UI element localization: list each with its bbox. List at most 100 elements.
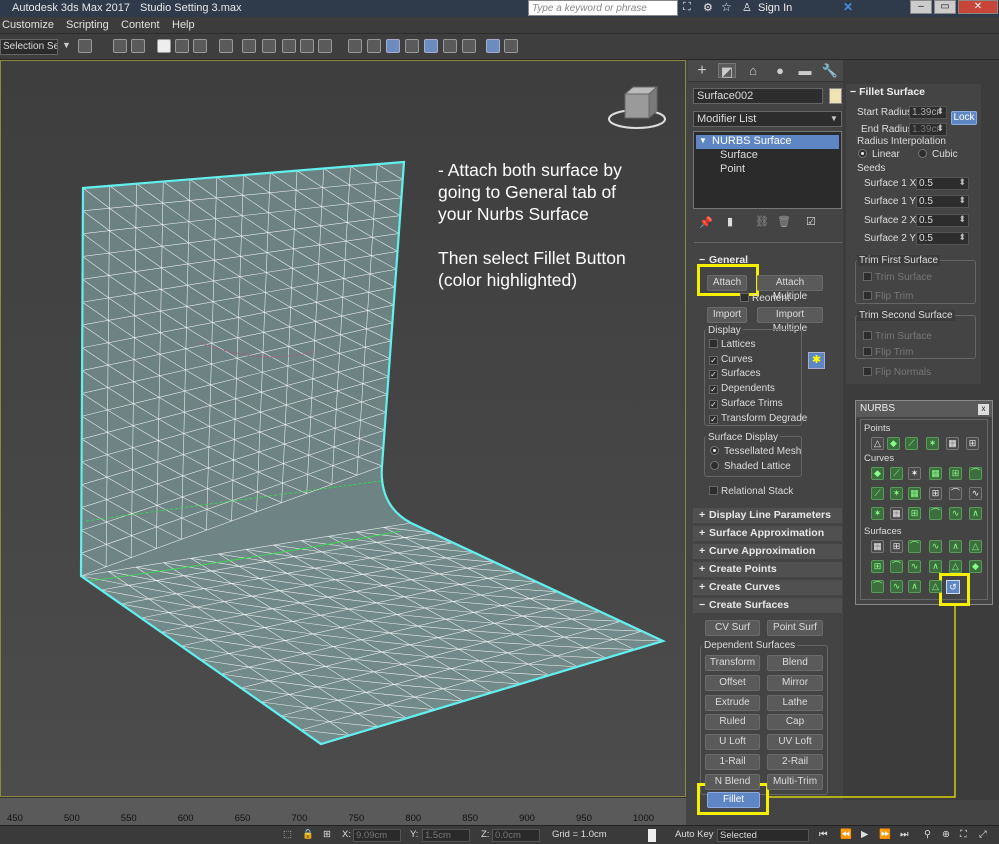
- vertex-snap-icon[interactable]: [443, 39, 457, 53]
- selection-set-dropdown[interactable]: Selection Se: [0, 39, 58, 55]
- nurbs-tool-icon[interactable]: △: [969, 540, 982, 553]
- nurbs-tool-icon[interactable]: ∿: [929, 540, 942, 553]
- nurbs-tool-icon[interactable]: ✶: [926, 437, 939, 450]
- blend-button[interactable]: Blend: [767, 655, 823, 671]
- next-frame-icon[interactable]: ⏩: [879, 829, 891, 840]
- go-to-end-icon[interactable]: ⏭: [900, 829, 909, 840]
- nurbs-tool-icon[interactable]: ∧: [949, 540, 962, 553]
- nurbs-tool-icon[interactable]: ∧: [969, 507, 982, 520]
- nurbs-tool-icon[interactable]: ▦: [908, 487, 921, 500]
- lathe-button[interactable]: Lathe: [767, 694, 823, 711]
- seed-spinner[interactable]: 0.5: [916, 231, 969, 245]
- offset-button[interactable]: Offset: [705, 674, 760, 691]
- material-editor-icon[interactable]: [242, 39, 256, 53]
- nurbs-tool-icon[interactable]: ∿: [949, 507, 962, 520]
- nurbs-tool-icon[interactable]: △: [949, 560, 962, 573]
- menu-content[interactable]: Content: [121, 19, 160, 31]
- nurbs-tool-icon[interactable]: ∧: [929, 560, 942, 573]
- zoom-all-icon[interactable]: ⊕: [942, 829, 950, 840]
- display-checkbox-transform-degrade[interactable]: ✓ Transform Degrade: [709, 413, 807, 424]
- z-coordinate-field[interactable]: 0.0cm: [492, 829, 540, 842]
- multi-trim-button[interactable]: Multi-Trim: [767, 773, 823, 790]
- nurbs-tool-icon[interactable]: ⟋: [905, 437, 918, 450]
- nurbs-tool-icon[interactable]: ⊞: [908, 507, 921, 520]
- nurbs-tool-icon[interactable]: ∿: [890, 580, 903, 593]
- seed-spinner[interactable]: 0.5: [916, 213, 969, 227]
- 2-rail-button[interactable]: 2-Rail: [767, 754, 823, 770]
- nurbs-tool-icon[interactable]: △: [871, 437, 884, 450]
- pin-stack-icon[interactable]: 📌: [699, 216, 713, 229]
- nurbs-tool-icon[interactable]: ✶: [908, 467, 921, 480]
- nurbs-tool-icon[interactable]: ⌒: [890, 560, 903, 573]
- maximize-viewport-icon[interactable]: ⤢: [979, 829, 987, 840]
- display-checkbox-surface-trims[interactable]: ✓ Surface Trims: [709, 398, 783, 409]
- cv-surf-button[interactable]: CV Surf: [705, 620, 760, 636]
- transform-button[interactable]: Transform: [705, 655, 760, 671]
- exchange-icon[interactable]: ✕: [843, 0, 853, 14]
- cap-button[interactable]: Cap: [767, 714, 823, 731]
- nurbs-tool-icon[interactable]: ▦: [929, 467, 942, 480]
- go-to-start-icon[interactable]: ⏮: [819, 829, 828, 840]
- linear-radio[interactable]: Linear: [858, 149, 900, 160]
- nurbs-tool-icon[interactable]: ✶: [890, 487, 903, 500]
- nurbs-tool-icon[interactable]: ⟋: [890, 467, 903, 480]
- expand-icon[interactable]: ▼: [699, 136, 707, 145]
- star-icon[interactable]: ☆: [721, 0, 732, 14]
- display-checkbox-lattices[interactable]: Lattices: [709, 339, 755, 350]
- time-ruler[interactable]: 450 500 550 600 650 700 750 800 850 900 950 1000: [0, 797, 686, 825]
- lock-icon[interactable]: 🔒: [302, 829, 314, 840]
- modify-tab-icon[interactable]: ◩: [718, 63, 736, 79]
- rollout-create-curves[interactable]: + Create Curves: [693, 580, 842, 595]
- previous-frame-icon[interactable]: ⏪: [840, 829, 852, 840]
- nurbs-tool-icon[interactable]: ⊞: [871, 560, 884, 573]
- percent-snap-icon[interactable]: [386, 39, 400, 53]
- lock-button[interactable]: Lock: [951, 111, 977, 125]
- tessellated-mesh-radio[interactable]: Tessellated Mesh: [710, 446, 801, 457]
- x-coordinate-field[interactable]: 9.09cm: [353, 829, 401, 842]
- 1-rail-button[interactable]: 1-Rail: [705, 754, 760, 770]
- nurbs-creation-toolbox-icon[interactable]: ✱: [808, 352, 825, 369]
- xview-toggle-icon[interactable]: [504, 39, 518, 53]
- nurbs-tool-icon[interactable]: ⌒: [969, 467, 982, 480]
- import-button[interactable]: Import: [707, 307, 747, 323]
- modifier-list-dropdown[interactable]: Modifier List: [693, 111, 842, 127]
- render-icon[interactable]: [300, 39, 314, 53]
- xview-icon[interactable]: [486, 39, 500, 53]
- spinner-snap-icon[interactable]: [405, 39, 419, 53]
- zoom-extents-icon[interactable]: ⛶: [960, 829, 967, 840]
- configure-modifier-sets-icon[interactable]: ☑: [806, 215, 816, 228]
- motion-tab-icon[interactable]: ●: [771, 63, 789, 78]
- graphite-icon[interactable]: [175, 39, 189, 53]
- rollout-display-line-parameters[interactable]: + Display Line Parameters: [693, 508, 842, 523]
- search-input[interactable]: Type a keyword or phrase: [528, 0, 678, 16]
- render-setup-icon[interactable]: [262, 39, 276, 53]
- nurbs-tool-icon[interactable]: ⊞: [890, 540, 903, 553]
- cart-icon[interactable]: ⚙: [703, 1, 713, 14]
- reorient-checkbox[interactable]: Reorient: [740, 293, 790, 304]
- trim-first-surface-checkbox[interactable]: Trim Surface: [863, 272, 932, 283]
- perspective-viewport[interactable]: - Attach both surface by going to Genera…: [0, 60, 686, 797]
- align-icon[interactable]: [193, 39, 207, 53]
- snap-icon[interactable]: [348, 39, 362, 53]
- flip-second-trim-checkbox[interactable]: Flip Trim: [863, 347, 913, 358]
- grid-snap-icon[interactable]: [424, 39, 438, 53]
- nurbs-tool-icon[interactable]: ⌒: [908, 540, 921, 553]
- end-radius-spinner[interactable]: 1.39cr: [909, 123, 947, 136]
- close-button[interactable]: ✕: [958, 0, 998, 14]
- flip-normals-checkbox[interactable]: Flip Normals: [863, 367, 931, 378]
- rendered-frame-icon[interactable]: [282, 39, 296, 53]
- nurbs-tool-icon[interactable]: ◆: [969, 560, 982, 573]
- absolute-mode-icon[interactable]: ⊞: [323, 829, 331, 840]
- nurbs-tool-icon[interactable]: ∿: [908, 560, 921, 573]
- nurbs-toolbox-title[interactable]: NURBS: [856, 401, 992, 417]
- cubic-radio[interactable]: Cubic: [918, 149, 958, 160]
- rollout-create-points[interactable]: + Create Points: [693, 562, 842, 577]
- close-icon[interactable]: x: [978, 404, 989, 415]
- y-coordinate-field[interactable]: 1.5cm: [422, 829, 470, 842]
- stack-item-nurbs-surface[interactable]: NURBS Surface: [696, 135, 839, 149]
- object-name-field[interactable]: Surface002: [693, 88, 823, 104]
- object-color-swatch[interactable]: [829, 88, 842, 104]
- maximize-button[interactable]: ▭: [934, 0, 956, 14]
- relational-stack-checkbox[interactable]: Relational Stack: [709, 486, 793, 497]
- nurbs-tool-icon[interactable]: ✶: [871, 507, 884, 520]
